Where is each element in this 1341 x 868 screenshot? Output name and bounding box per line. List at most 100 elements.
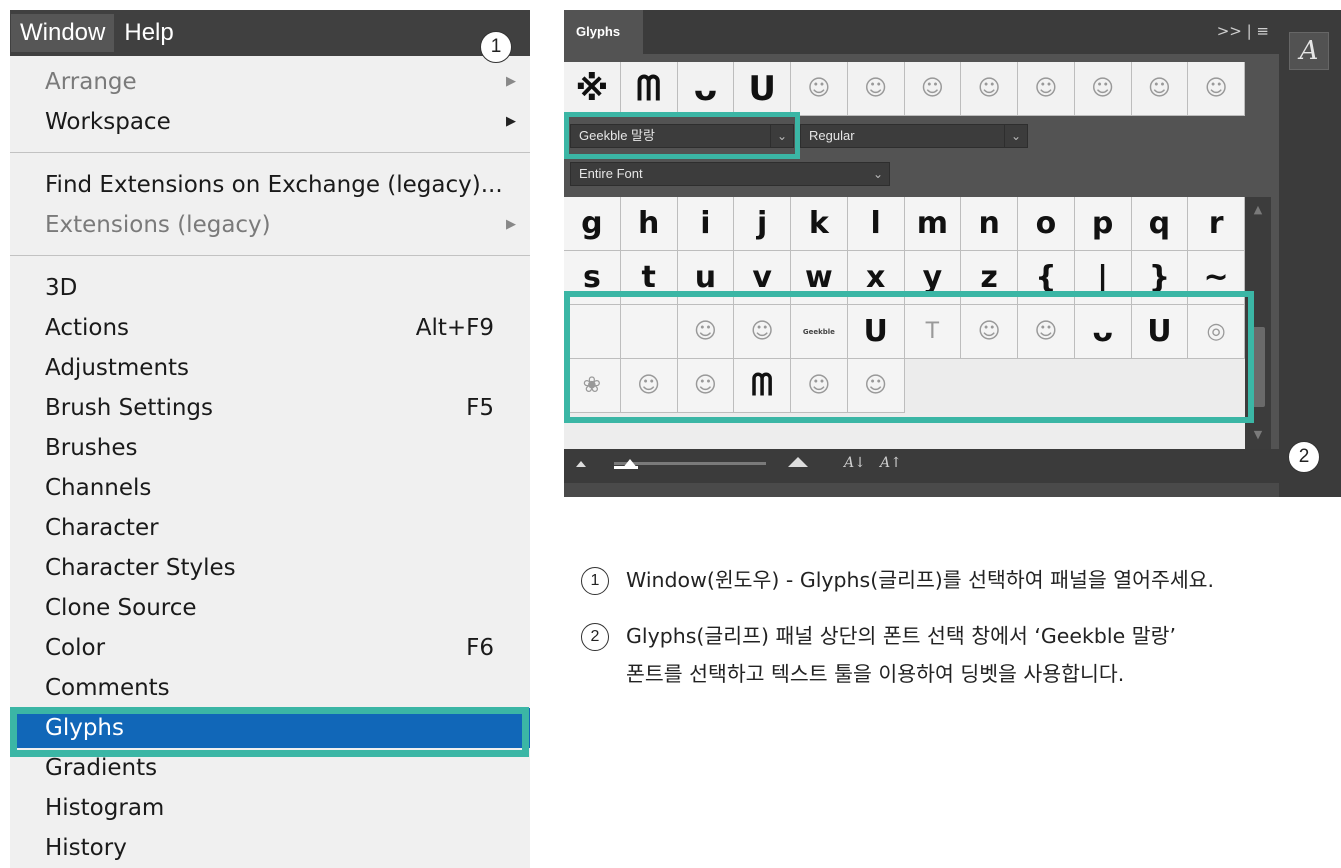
menu-item-character-styles[interactable]: Character Styles [10, 548, 530, 588]
glyph-cell[interactable]: n [961, 197, 1018, 251]
tab-glyphs[interactable]: Glyphs [564, 10, 643, 54]
menu-item-channels[interactable]: Channels [10, 468, 530, 508]
glyph-cell[interactable]: u [677, 251, 735, 305]
glyph-cell[interactable] [564, 305, 621, 359]
glyph-cell[interactable]: l [847, 197, 905, 251]
glyph-cell[interactable]: j [734, 197, 791, 251]
glyph-grid-scrollbar[interactable]: ▲ ▼ [1245, 197, 1271, 449]
decrease-size-icon[interactable]: A↓ [844, 455, 866, 471]
glyph-cell[interactable]: ☺ [791, 359, 848, 413]
menu-item-find-extensions[interactable]: Find Extensions on Exchange (legacy)... [10, 165, 530, 205]
glyph-cell[interactable]: ☺ [1074, 62, 1132, 116]
glyph-cell[interactable]: g [564, 197, 621, 251]
menu-item-brushes[interactable]: Brushes [10, 428, 530, 468]
glyph-cell[interactable]: ❀ [564, 359, 621, 413]
glyph-cell[interactable]: Geekble [791, 305, 848, 359]
glyph-cell[interactable]: ☺ [961, 305, 1018, 359]
glyph-cell[interactable] [620, 305, 678, 359]
scroll-down-icon[interactable]: ▼ [1245, 428, 1271, 441]
increase-size-icon[interactable]: A↑ [880, 455, 902, 471]
font-family-dropdown[interactable]: Geekble 말랑 ⌄ [570, 124, 794, 148]
glyph-cell[interactable]: m [904, 197, 962, 251]
glyph-cell[interactable]: U [1131, 305, 1189, 359]
menu-item-clone-source[interactable]: Clone Source [10, 588, 530, 628]
glyph-cell[interactable]: s [564, 251, 621, 305]
glyph-cell[interactable]: ☺ [1131, 62, 1189, 116]
menu-item-brush-settings[interactable]: Brush Settings F5 [10, 388, 530, 428]
glyph-cell[interactable]: T [904, 305, 962, 359]
menu-item-workspace[interactable]: Workspace ▶ [10, 102, 530, 142]
glyph-cell[interactable]: i [677, 197, 735, 251]
glyph-cell[interactable]: ☺ [1018, 62, 1075, 116]
menu-item-arrange[interactable]: Arrange ▶ [10, 62, 530, 102]
glyph-cell[interactable]: ☺ [677, 305, 735, 359]
glyph-cell[interactable]: ☺ [1188, 62, 1245, 116]
scroll-thumb[interactable] [1251, 327, 1265, 407]
menu-item-gradients[interactable]: Gradients [10, 748, 530, 788]
slider-thumb[interactable] [622, 459, 638, 469]
submenu-arrow-icon: ▶ [506, 217, 516, 232]
glyph-cell[interactable]: ☺ [847, 359, 905, 413]
glyph-cell[interactable]: ᴗ [677, 62, 735, 116]
glyph-cell[interactable]: ☺ [620, 359, 678, 413]
glyph-cell[interactable]: k [791, 197, 848, 251]
glyph-cell[interactable]: w [791, 251, 848, 305]
glyph-cell[interactable]: ᴗ [1074, 305, 1132, 359]
scroll-up-icon[interactable]: ▲ [1245, 203, 1271, 216]
large-size-icon[interactable] [788, 457, 808, 467]
small-size-icon[interactable] [576, 461, 586, 467]
glyph-cell[interactable]: } [1131, 251, 1189, 305]
glyph-row: s t u v w x y z { | } ~ [564, 251, 1245, 305]
glyph-cell[interactable]: { [1018, 251, 1075, 305]
menu-item-label: Character Styles [45, 555, 236, 581]
menu-item-label: Color [45, 635, 106, 661]
glyph-cell[interactable]: ☺ [1018, 305, 1075, 359]
glyph-cell[interactable]: r [1188, 197, 1245, 251]
menu-item-comments[interactable]: Comments [10, 668, 530, 708]
glyph-cell[interactable]: ᗰ [734, 359, 791, 413]
character-panel-button[interactable]: A [1289, 32, 1329, 70]
glyph-cell[interactable]: ☺ [961, 62, 1018, 116]
menu-item-history[interactable]: History [10, 828, 530, 868]
glyph-cell[interactable]: ◎ [1188, 305, 1245, 359]
glyph-cell[interactable]: z [961, 251, 1018, 305]
glyph-cell[interactable]: ☺ [734, 305, 791, 359]
menu-item-3d[interactable]: 3D [10, 268, 530, 308]
glyph-cell[interactable]: ~ [1188, 251, 1245, 305]
glyph-cell[interactable]: x [847, 251, 905, 305]
glyph-cell[interactable]: p [1074, 197, 1132, 251]
glyph-cell[interactable]: ☺ [791, 62, 848, 116]
font-style-dropdown[interactable]: Regular ⌄ [800, 124, 1028, 148]
glyph-cell[interactable]: U [734, 62, 791, 116]
glyph-cell[interactable]: y [904, 251, 962, 305]
glyph-cell[interactable]: ☺ [847, 62, 905, 116]
menu-item-extensions[interactable]: Extensions (legacy) ▶ [10, 205, 530, 245]
glyph-cell[interactable]: q [1131, 197, 1189, 251]
glyph-cell[interactable]: | [1074, 251, 1132, 305]
menu-item-label: Extensions (legacy) [45, 212, 271, 238]
menu-item-color[interactable]: Color F6 [10, 628, 530, 668]
glyph-cell[interactable]: ☺ [677, 359, 735, 413]
window-menu: Window Help Arrange ▶ Workspace ▶ Find Ext… [10, 10, 530, 868]
glyph-scope-dropdown[interactable]: Entire Font ⌄ [570, 162, 890, 186]
glyph-cell[interactable]: ᗰ [620, 62, 678, 116]
glyph-cell[interactable]: U [847, 305, 905, 359]
menu-item-label: Character [45, 515, 159, 541]
glyph-row: g h i j k l m n o p q r [564, 197, 1245, 251]
menu-item-actions[interactable]: Actions Alt+F9 [10, 308, 530, 348]
menubar-help[interactable]: Help [115, 14, 182, 52]
instruction-number: 2 [581, 623, 609, 651]
panel-menu-icon[interactable]: >> | ≡ [1217, 22, 1269, 40]
glyph-cell[interactable]: ※ [564, 62, 621, 116]
menu-item-character[interactable]: Character [10, 508, 530, 548]
menu-item-adjustments[interactable]: Adjustments [10, 348, 530, 388]
glyph-cell[interactable]: h [620, 197, 678, 251]
menu-item-histogram[interactable]: Histogram [10, 788, 530, 828]
submenu-arrow-icon: ▶ [506, 74, 516, 89]
glyph-cell[interactable]: t [620, 251, 678, 305]
glyph-cell[interactable]: o [1018, 197, 1075, 251]
glyph-cell[interactable]: ☺ [904, 62, 962, 116]
menubar-window[interactable]: Window [11, 14, 115, 52]
glyph-cell[interactable]: v [734, 251, 791, 305]
menu-item-glyphs[interactable]: Glyphs [10, 708, 530, 748]
